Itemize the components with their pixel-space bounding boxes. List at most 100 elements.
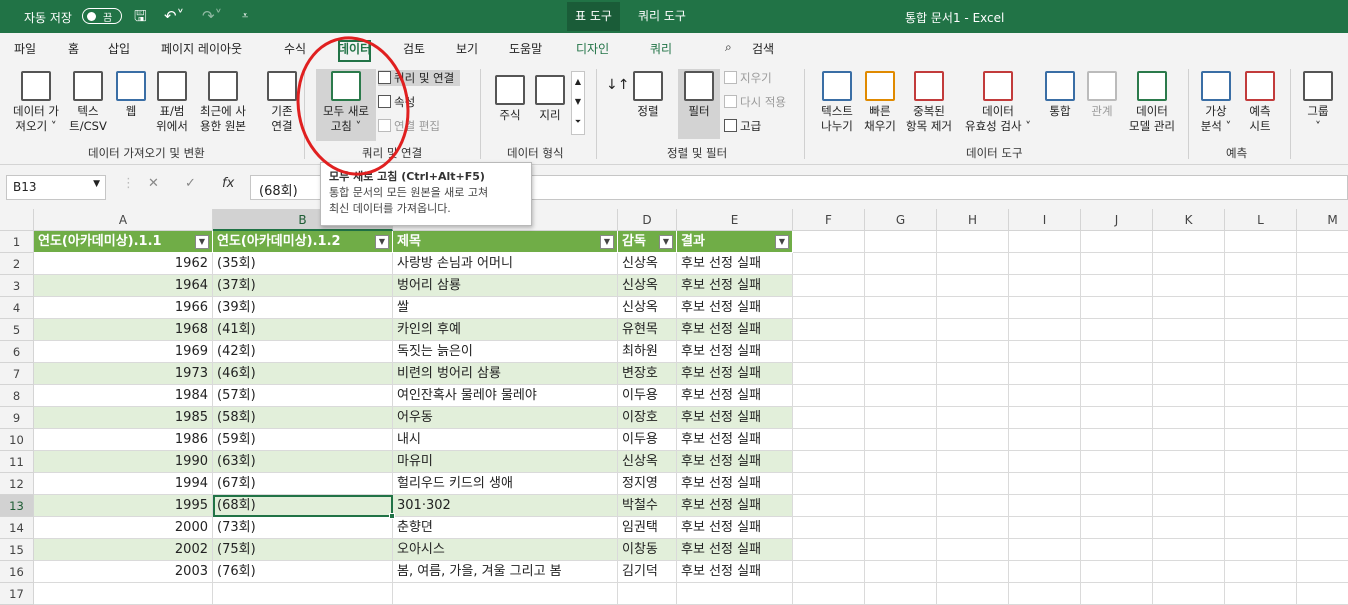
empty-cell[interactable] — [865, 473, 937, 495]
remove-duplicates-button[interactable]: 중복된 항목 제거 — [900, 71, 958, 134]
redo-icon[interactable]: ↷˅ — [202, 7, 222, 25]
group-rows-button[interactable]: 그룹 ˅ — [1298, 71, 1338, 134]
reapply-button[interactable]: 다시 적용 — [724, 94, 786, 110]
empty-cell[interactable] — [937, 363, 1009, 385]
empty-cell[interactable] — [865, 517, 937, 539]
empty-cell[interactable] — [937, 495, 1009, 517]
table-cell[interactable]: 신상옥 — [618, 451, 677, 473]
table-cell[interactable]: 1969 — [34, 341, 213, 363]
customize-qat-icon[interactable]: ⩡ — [242, 7, 248, 25]
tab-view[interactable]: 보기 — [456, 40, 478, 57]
table-cell[interactable]: 이창동 — [618, 539, 677, 561]
table-cell[interactable]: 2000 — [34, 517, 213, 539]
empty-cell[interactable] — [1009, 429, 1081, 451]
table-cell[interactable]: (35회) — [213, 253, 393, 275]
existing-connections-button[interactable]: 기존 연결 — [262, 71, 302, 134]
empty-cell[interactable] — [937, 583, 1009, 605]
table-header-cell[interactable]: 결과 ▼ — [677, 231, 793, 253]
empty-cell[interactable] — [793, 495, 865, 517]
column-header-j[interactable]: J — [1081, 209, 1153, 231]
stocks-button[interactable]: 주식 — [490, 75, 530, 123]
filter-button[interactable]: 필터 — [678, 69, 720, 139]
manage-data-model-button[interactable]: 데이터 모델 관리 — [1122, 71, 1182, 134]
empty-cell[interactable] — [1297, 385, 1348, 407]
empty-cell[interactable] — [1009, 583, 1081, 605]
empty-cell[interactable] — [1009, 539, 1081, 561]
empty-cell[interactable] — [1081, 253, 1153, 275]
empty-cell[interactable] — [1081, 231, 1153, 253]
table-cell[interactable]: 쌀 — [393, 297, 618, 319]
table-cell[interactable]: 1995 — [34, 495, 213, 517]
table-cell[interactable]: 신상옥 — [618, 297, 677, 319]
empty-cell[interactable] — [793, 275, 865, 297]
empty-cell[interactable] — [1225, 297, 1297, 319]
empty-cell[interactable] — [1297, 539, 1348, 561]
table-cell[interactable]: 후보 선정 실패 — [677, 429, 793, 451]
table-cell[interactable]: 후보 선정 실패 — [677, 253, 793, 275]
empty-cell[interactable] — [1081, 561, 1153, 583]
table-cell[interactable]: 1986 — [34, 429, 213, 451]
table-cell[interactable]: 내시 — [393, 429, 618, 451]
empty-cell[interactable] — [1225, 539, 1297, 561]
empty-cell[interactable] — [1009, 253, 1081, 275]
empty-cell[interactable] — [793, 363, 865, 385]
undo-icon[interactable]: ↶˅ — [164, 7, 184, 25]
empty-cell[interactable] — [1081, 451, 1153, 473]
empty-cell[interactable] — [1225, 231, 1297, 253]
table-cell[interactable]: (76회) — [213, 561, 393, 583]
row-header[interactable]: 6 — [0, 341, 34, 363]
empty-cell[interactable] — [1009, 363, 1081, 385]
table-cell[interactable]: 최하원 — [618, 341, 677, 363]
table-cell[interactable]: 사랑방 손님과 어머니 — [393, 253, 618, 275]
table-cell[interactable] — [213, 583, 393, 605]
tab-home[interactable]: 홈 — [68, 40, 79, 57]
context-tab-query-tools[interactable]: 쿼리 도구 — [628, 0, 696, 33]
table-cell[interactable]: 정지영 — [618, 473, 677, 495]
enter-icon[interactable]: ✓ — [185, 176, 196, 191]
table-cell[interactable]: 1985 — [34, 407, 213, 429]
table-cell[interactable]: (59회) — [213, 429, 393, 451]
table-cell[interactable]: 춘향뎐 — [393, 517, 618, 539]
empty-cell[interactable] — [793, 429, 865, 451]
empty-cell[interactable] — [1153, 363, 1225, 385]
table-cell[interactable]: 1968 — [34, 319, 213, 341]
empty-cell[interactable] — [1225, 253, 1297, 275]
empty-cell[interactable] — [1153, 385, 1225, 407]
sort-button[interactable]: 정렬 — [632, 71, 664, 119]
empty-cell[interactable] — [1225, 451, 1297, 473]
empty-cell[interactable] — [1081, 341, 1153, 363]
empty-cell[interactable] — [1009, 231, 1081, 253]
empty-cell[interactable] — [1153, 473, 1225, 495]
empty-cell[interactable] — [1081, 429, 1153, 451]
empty-cell[interactable] — [865, 231, 937, 253]
table-cell[interactable]: 벙어리 삼룡 — [393, 275, 618, 297]
empty-cell[interactable] — [1297, 561, 1348, 583]
text-to-columns-button[interactable]: 텍스트 나누기 — [814, 71, 860, 134]
row-header[interactable]: 1 — [0, 231, 34, 253]
sort-az-icon[interactable]: ↓↑ — [606, 77, 629, 93]
empty-cell[interactable] — [1009, 517, 1081, 539]
table-cell[interactable]: 301·302 — [393, 495, 618, 517]
empty-cell[interactable] — [1153, 539, 1225, 561]
filter-dropdown-icon[interactable]: ▼ — [659, 235, 673, 249]
row-header[interactable]: 5 — [0, 319, 34, 341]
row-header[interactable]: 9 — [0, 407, 34, 429]
empty-cell[interactable] — [793, 319, 865, 341]
empty-cell[interactable] — [865, 451, 937, 473]
cancel-icon[interactable]: ✕ — [148, 176, 159, 191]
table-cell[interactable]: 오아시스 — [393, 539, 618, 561]
empty-cell[interactable] — [1153, 341, 1225, 363]
empty-cell[interactable] — [937, 297, 1009, 319]
table-cell[interactable]: 후보 선정 실패 — [677, 319, 793, 341]
empty-cell[interactable] — [793, 473, 865, 495]
row-header[interactable]: 17 — [0, 583, 34, 605]
table-cell[interactable]: 1984 — [34, 385, 213, 407]
empty-cell[interactable] — [1297, 297, 1348, 319]
empty-cell[interactable] — [1081, 583, 1153, 605]
table-cell[interactable]: 이두용 — [618, 385, 677, 407]
empty-cell[interactable] — [1081, 297, 1153, 319]
table-cell[interactable]: 1994 — [34, 473, 213, 495]
filter-dropdown-icon[interactable]: ▼ — [375, 235, 389, 249]
empty-cell[interactable] — [1081, 495, 1153, 517]
column-header-f[interactable]: F — [793, 209, 865, 231]
